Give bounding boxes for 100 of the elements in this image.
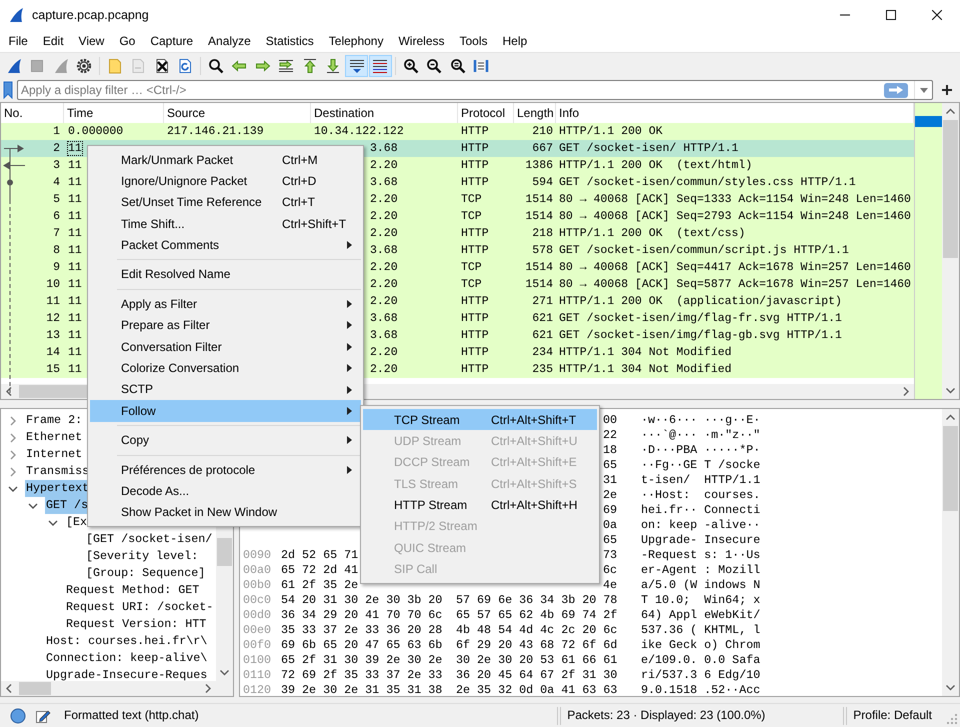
menu-item: TLS Stream Ctrl+Alt+Shift+S bbox=[393, 476, 578, 494]
menu-item[interactable]: TCP Stream Ctrl+Alt+Shift+T bbox=[363, 409, 597, 430]
tree-item[interactable]: [Group: Sequence] bbox=[85, 565, 216, 582]
ascii-text: e/109.0. 0.0 Safa bbox=[641, 653, 760, 668]
table-cell: 2.20 bbox=[370, 346, 398, 359]
table-cell: 9 bbox=[53, 261, 60, 274]
table-cell: 80 → 40068 [ACK] Seq=4417 Ack=1678 Win=257 Len=1460 bbox=[559, 261, 911, 274]
table-cell: 218 bbox=[532, 227, 553, 240]
table-cell: 10.34.122.122 bbox=[314, 125, 404, 138]
table-cell: GET /socket-isen/img/flag-gb.svg HTTP/1.1 bbox=[559, 329, 842, 342]
table-cell: 15 bbox=[46, 363, 60, 376]
table-cell: TCP bbox=[461, 193, 482, 206]
table-cell: 3.68 bbox=[370, 176, 398, 189]
shortcut-text: Ctrl+D bbox=[282, 174, 316, 188]
menu-item[interactable]: Follow bbox=[90, 400, 361, 422]
menu-bar-item[interactable]: Wireless bbox=[390, 34, 452, 48]
menu-item[interactable]: Préférences de protocole bbox=[90, 459, 361, 480]
table-cell: 2.20 bbox=[370, 278, 398, 291]
ascii-text: a/5.0 (W indows N bbox=[641, 578, 760, 593]
table-cell: 2.20 bbox=[370, 363, 398, 376]
table-cell: 11 bbox=[68, 227, 82, 240]
menu-bar-item[interactable]: Help bbox=[495, 34, 535, 48]
table-cell: 1514 bbox=[525, 210, 553, 223]
shortcut-text: Ctrl+Alt+Shift+E bbox=[491, 455, 577, 470]
shortcut-text: Ctrl+Alt+Shift+T bbox=[491, 412, 576, 427]
tree-item[interactable]: Request Method: GET bbox=[65, 582, 216, 599]
table-cell: HTTP bbox=[461, 312, 489, 325]
ascii-text: Upgrade- Insecure bbox=[641, 533, 760, 548]
table-cell: HTTP/1.1 304 Not Modified bbox=[559, 363, 732, 376]
tree-item[interactable]: Connection: keep-alive\ bbox=[45, 650, 216, 667]
table-cell: 1386 bbox=[525, 159, 553, 172]
menu-item[interactable]: Show Packet in New Window bbox=[90, 502, 361, 524]
table-cell: 11 bbox=[68, 193, 82, 206]
tree-item[interactable]: Upgrade-Insecure-Reques bbox=[45, 667, 216, 681]
offset-text: 00d0 bbox=[243, 608, 271, 623]
table-cell: 667 bbox=[532, 142, 553, 155]
table-cell: 11 bbox=[68, 142, 82, 155]
table-cell: HTTP bbox=[461, 244, 489, 257]
menu-item: UDP Stream Ctrl+Alt+Shift+U bbox=[393, 432, 578, 450]
table-cell: 2.20 bbox=[370, 295, 398, 308]
table-cell: 11 bbox=[68, 278, 82, 291]
table-cell: 2 bbox=[53, 142, 60, 155]
hex-bytes: 31 bbox=[602, 473, 617, 487]
table-cell: HTTP/1.1 200 OK (application/javascript) bbox=[559, 295, 842, 308]
hex-bytes: 72 69 2f 35 33 37 2e 33 bbox=[281, 668, 442, 682]
menu-bar-item[interactable]: Edit bbox=[35, 34, 72, 48]
tree-item[interactable]: Request Version: HTT bbox=[65, 616, 216, 633]
tree-item[interactable]: [GET /socket-isen/ bbox=[85, 531, 216, 548]
table-cell: GET /socket-isen/commun/styles.css HTTP/1.1 bbox=[559, 176, 856, 189]
ascii-text: ··Fg··GE T /socke bbox=[641, 458, 760, 473]
shortcut-text: Ctrl+T bbox=[282, 195, 315, 210]
hex-bytes: 4e bbox=[602, 578, 617, 592]
table-cell: HTTP/1.1 200 OK (text/css) bbox=[559, 227, 746, 240]
menu-item: HTTP/2 Stream bbox=[393, 518, 478, 536]
menu-bar-item[interactable]: Telephony bbox=[321, 34, 391, 48]
hex-bytes: 65 2f 31 30 39 2e 30 2e bbox=[281, 653, 442, 667]
table-cell: HTTP bbox=[461, 125, 489, 138]
menu-item[interactable]: HTTP Stream Ctrl+Alt+Shift+H bbox=[363, 494, 597, 516]
offset-text: 0090 bbox=[243, 548, 271, 563]
hex-bytes: 65 72 2d 41 bbox=[281, 563, 358, 577]
ascii-text: ·D···PBA ·····*P· bbox=[641, 443, 760, 458]
table-cell: 11 bbox=[68, 244, 82, 257]
ascii-text: 64) Appl eWebKit/ bbox=[641, 608, 760, 623]
tree-item[interactable]: Host: courses.hei.fr\r\ bbox=[45, 633, 216, 650]
ascii-text: ·w··6··· ···g··E· bbox=[641, 413, 760, 428]
table-cell: 235 bbox=[532, 363, 553, 376]
menu-bar-item[interactable]: Tools bbox=[452, 34, 496, 48]
menu-bar-item[interactable]: File bbox=[1, 34, 36, 48]
offset-text: 00e0 bbox=[243, 623, 271, 638]
packet-row[interactable]: 1 0.000000 217.146.21.139 10.34.122.122 HTTP 210 HTTP/1.1 200 OK bbox=[1, 123, 914, 140]
table-cell: HTTP/1.1 200 OK bbox=[559, 125, 663, 138]
table-cell: 1514 bbox=[525, 193, 553, 206]
hex-bytes: 36 34 29 20 41 70 70 6c bbox=[281, 608, 442, 622]
table-cell: TCP bbox=[461, 210, 482, 223]
menu-item[interactable]: SCTP bbox=[90, 378, 361, 400]
table-cell: TCP bbox=[461, 261, 482, 274]
table-cell: 621 bbox=[532, 329, 553, 342]
table-cell: 1 bbox=[53, 125, 60, 138]
table-cell: 11 bbox=[68, 346, 82, 359]
table-cell: HTTP bbox=[461, 329, 489, 342]
hex-bytes: 6c bbox=[602, 563, 617, 577]
hex-bytes: 0a bbox=[602, 518, 617, 532]
menu-bar-item[interactable]: Analyze bbox=[200, 34, 258, 48]
tree-item[interactable]: Request URI: /socket- bbox=[65, 599, 216, 616]
table-cell: 3.68 bbox=[370, 312, 398, 325]
tree-item[interactable]: [Severity level: bbox=[85, 548, 216, 565]
profile-text: Profile: Default bbox=[853, 708, 932, 723]
menu-bar-item[interactable]: Go bbox=[112, 34, 143, 48]
table-cell: 4 bbox=[53, 176, 60, 189]
menu-bar-item[interactable]: Capture bbox=[142, 34, 201, 48]
menu-bar-item[interactable]: Statistics bbox=[258, 34, 322, 48]
table-cell: 3 bbox=[53, 159, 60, 172]
menu-item[interactable]: Copy bbox=[90, 430, 361, 452]
table-cell: 2.20 bbox=[370, 159, 398, 172]
table-cell: 1514 bbox=[525, 261, 553, 274]
ascii-text: ··Host: courses. bbox=[641, 488, 760, 503]
menu-bar-item[interactable]: View bbox=[71, 34, 112, 48]
menu-item: DCCP Stream Ctrl+Alt+Shift+E bbox=[393, 454, 578, 472]
hex-bytes: 4b 48 54 4d 4c 2c 20 6c bbox=[456, 623, 618, 637]
menu-item[interactable]: Decode As... bbox=[90, 480, 361, 502]
